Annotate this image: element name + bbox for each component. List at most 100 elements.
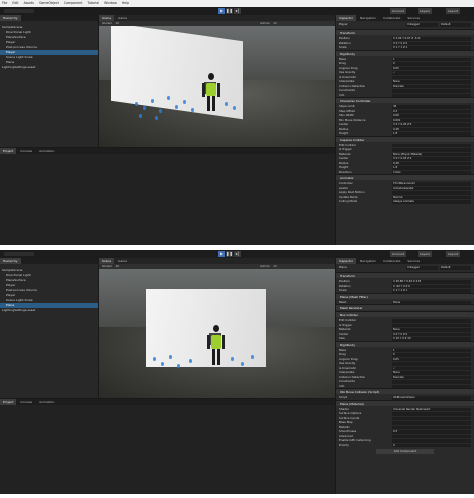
scene-viewport[interactable] [99, 269, 335, 398]
particle [139, 114, 142, 118]
search-filter[interactable]: All [273, 22, 276, 25]
pause-button[interactable]: ❚❚ [226, 251, 233, 257]
tab-inspector[interactable]: Inspector [336, 15, 356, 21]
tab-animation[interactable]: Animation [36, 399, 57, 405]
property-row: Culling Mode Always Animate [336, 199, 474, 204]
particle [169, 355, 172, 359]
particle [159, 109, 162, 113]
tab-inspector[interactable]: Inspector [336, 258, 356, 264]
tag-dropdown[interactable]: Untagged [406, 23, 438, 27]
tab-navigation[interactable]: Navigation [357, 15, 379, 21]
project-panel: Project Console Animation [0, 148, 335, 245]
menu-help[interactable]: Help [122, 1, 129, 5]
list-item[interactable]: LightingSettings.asset [0, 308, 98, 313]
account-dropdown[interactable]: Account [390, 8, 407, 14]
layer-dropdown[interactable]: Default [440, 23, 471, 27]
tab-hierarchy[interactable]: Hierarchy [0, 258, 21, 264]
hierarchy-list: SampleScene Directional Light PlaneSurfa… [0, 268, 98, 398]
menu-window[interactable]: Window [104, 1, 117, 5]
tab-collaborate[interactable]: Collaborate [380, 258, 403, 264]
pause-button[interactable]: ❚❚ [226, 8, 233, 14]
component-header[interactable]: Rigidbody [336, 340, 474, 347]
tab-console[interactable]: Console [17, 148, 35, 154]
menu-edit[interactable]: Edit [12, 1, 18, 5]
project-tabstrip: Project Console Animation [0, 148, 335, 154]
screenshot-bottom: ▶ ❚❚ ▸| Account Layers Layout Hierarchy … [0, 250, 474, 494]
2d-toggle[interactable]: 2D [116, 22, 120, 25]
tab-collaborate[interactable]: Collaborate [380, 15, 403, 21]
character-leg [217, 349, 220, 365]
object-header: Player Untagged Default [336, 22, 474, 27]
particle [135, 102, 138, 106]
hierarchy-tabstrip: Hierarchy [0, 15, 98, 21]
character-arm [202, 83, 205, 97]
component-header[interactable]: Box Collider [336, 311, 474, 317]
property-field[interactable]: 0 [392, 443, 471, 447]
character-arm [207, 335, 210, 349]
component-header[interactable]: Character Controller [336, 97, 474, 103]
particle [231, 357, 234, 361]
component-header[interactable]: Animator [336, 174, 474, 180]
main-toolbar: ▶ ❚❚ ▸| Account Layers Layout [0, 7, 474, 15]
particle [161, 362, 164, 366]
play-button[interactable]: ▶ [218, 8, 225, 14]
tab-hierarchy[interactable]: Hierarchy [0, 15, 21, 21]
gizmos-dropdown[interactable]: Gizmos [260, 265, 270, 268]
menu-assets[interactable]: Assets [24, 1, 34, 5]
menu-bar: File Edit Assets GameObject Component Tu… [0, 0, 474, 7]
scene-viewport[interactable] [99, 26, 335, 147]
menu-tutorial[interactable]: Tutorial [87, 1, 99, 5]
add-component-button[interactable]: Add Component [376, 449, 434, 454]
scene-panel: Scene Game Shaded 2D Gizmos All [99, 15, 335, 147]
particle [191, 108, 194, 112]
tab-services[interactable]: Services [404, 15, 423, 21]
menu-file[interactable]: File [2, 1, 7, 5]
account-dropdown[interactable]: Account [390, 251, 407, 257]
component-header[interactable]: Plane (Mesh Filter) [336, 292, 474, 299]
layers-dropdown[interactable]: Layers [418, 8, 432, 14]
layout-dropdown[interactable]: Layout [446, 8, 461, 14]
character-body[interactable] [211, 335, 221, 349]
component-header[interactable]: Transform [336, 272, 474, 278]
hierarchy-list: SampleScene Directional Light PlaneSurfa… [0, 25, 98, 147]
character-body[interactable] [206, 83, 216, 96]
gizmos-dropdown[interactable]: Gizmos [260, 22, 270, 25]
object-name[interactable]: Plane [339, 265, 347, 270]
component-header[interactable]: Plane (Material) [336, 399, 474, 406]
layers-dropdown[interactable]: Layers [418, 251, 432, 257]
list-item[interactable]: LightingSettings.asset [0, 65, 98, 70]
search-filter[interactable]: All [273, 265, 276, 268]
component-header[interactable]: Obi Bone Collision (Script) [336, 388, 474, 394]
object-name[interactable]: Player [339, 22, 348, 27]
property-row: Priority 0 [336, 443, 474, 448]
tab-navigation[interactable]: Navigation [357, 258, 379, 264]
shading-mode-dropdown[interactable]: Shaded [102, 22, 112, 25]
white-plane[interactable] [146, 289, 266, 367]
tab-animation[interactable]: Animation [36, 148, 57, 154]
layer-dropdown[interactable]: Default [440, 266, 471, 270]
menu-gameobject[interactable]: GameObject [39, 1, 59, 5]
step-button[interactable]: ▸| [234, 251, 241, 257]
tag-dropdown[interactable]: Untagged [406, 266, 438, 270]
transform-tools[interactable] [4, 252, 34, 256]
tab-services[interactable]: Services [404, 258, 423, 264]
shading-mode-dropdown[interactable]: Shaded [102, 265, 112, 268]
transform-tools[interactable] [4, 9, 34, 13]
tab-project[interactable]: Project [0, 399, 17, 405]
component-header[interactable]: Transform [336, 29, 474, 35]
property-field[interactable]: Always Animate [392, 200, 471, 204]
hierarchy-panel: Hierarchy SampleScene Directional Light … [0, 258, 98, 398]
tab-console[interactable]: Console [17, 399, 35, 405]
layout-dropdown[interactable]: Layout [446, 251, 461, 257]
screenshot-top: File Edit Assets GameObject Component Tu… [0, 0, 474, 245]
component-header[interactable]: Mesh Renderer [336, 304, 474, 310]
2d-toggle[interactable]: 2D [116, 265, 120, 268]
menu-component[interactable]: Component [64, 1, 83, 5]
play-button[interactable]: ▶ [218, 251, 225, 257]
particle [233, 106, 236, 110]
inspector-tabstrip: Inspector Navigation Collaborate Service… [336, 15, 474, 21]
tab-project[interactable]: Project [0, 148, 17, 154]
component-header[interactable]: Rigidbody [336, 49, 474, 56]
component-header[interactable]: Capsule Collider [336, 135, 474, 142]
step-button[interactable]: ▸| [234, 8, 241, 14]
